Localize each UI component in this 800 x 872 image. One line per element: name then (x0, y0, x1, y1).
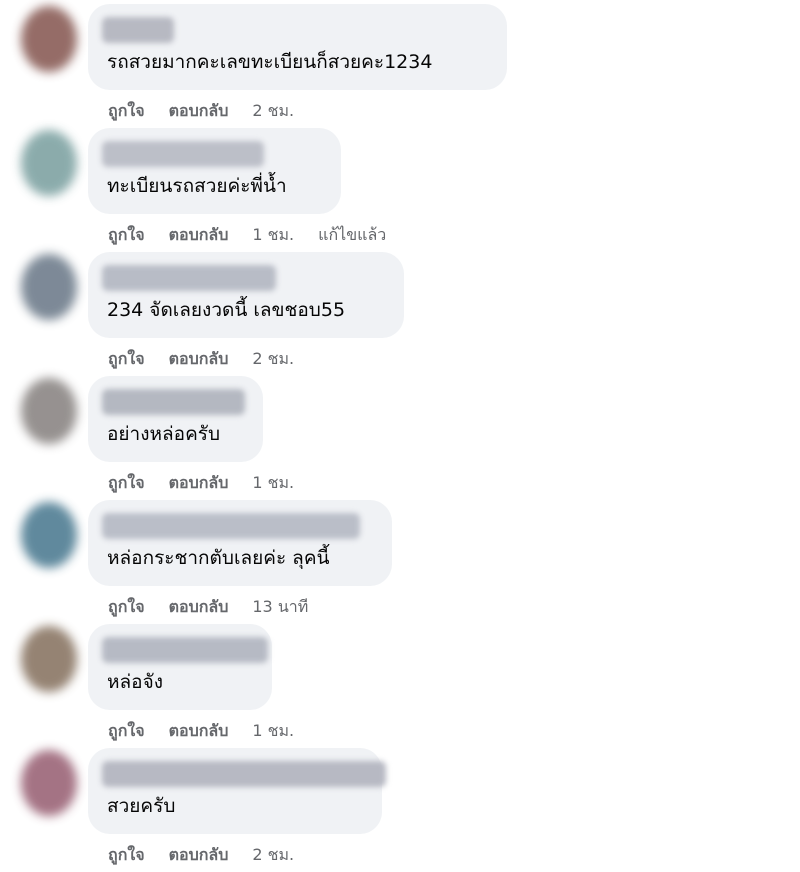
like-button[interactable]: ถูกใจ (108, 224, 145, 246)
comment-timestamp[interactable]: 1 ชม. (252, 472, 294, 494)
comment-timestamp[interactable]: 13 นาที (252, 596, 308, 618)
like-button[interactable]: ถูกใจ (108, 596, 145, 618)
comment-actions: ถูกใจ ตอบกลับ 1 ชม. (108, 720, 318, 742)
like-button[interactable]: ถูกใจ (108, 348, 145, 370)
comment-item: อย่างหล่อครับ ถูกใจ ตอบกลับ 1 ชม. (0, 376, 800, 500)
comment-item: ทะเบียนรถสวยค่ะพี่น้ำ ถูกใจ ตอบกลับ 1 ชม… (0, 128, 800, 252)
comment-text: สวยครับ (107, 795, 176, 817)
author-name-redacted[interactable] (102, 761, 386, 787)
comment-bubble: 234 จัดเลยงวดนี้ เลขชอบ55 (88, 252, 404, 338)
comment-timestamp[interactable]: 1 ชม. (252, 720, 294, 742)
comment-item: หล่อจัง ถูกใจ ตอบกลับ 1 ชม. (0, 624, 800, 748)
comment-actions: ถูกใจ ตอบกลับ 2 ชม. (108, 100, 318, 122)
reply-button[interactable]: ตอบกลับ (169, 472, 229, 494)
author-name-redacted[interactable] (102, 389, 245, 415)
avatar[interactable] (21, 254, 77, 320)
like-button[interactable]: ถูกใจ (108, 100, 145, 122)
author-name-redacted[interactable] (102, 637, 268, 663)
author-name-redacted[interactable] (102, 17, 174, 43)
reply-button[interactable]: ตอบกลับ (169, 844, 229, 866)
comment-text: หล่อจัง (107, 671, 163, 693)
comment-item: 234 จัดเลยงวดนี้ เลขชอบ55 ถูกใจ ตอบกลับ … (0, 252, 800, 376)
comment-bubble: ทะเบียนรถสวยค่ะพี่น้ำ (88, 128, 341, 214)
comment-timestamp[interactable]: 2 ชม. (252, 100, 294, 122)
avatar[interactable] (21, 750, 77, 816)
comment-actions: ถูกใจ ตอบกลับ 2 ชม. (108, 348, 318, 370)
avatar[interactable] (21, 626, 77, 692)
comment-timestamp[interactable]: 2 ชม. (252, 844, 294, 866)
comment-text: ทะเบียนรถสวยค่ะพี่น้ำ (107, 175, 287, 197)
author-name-redacted[interactable] (102, 513, 360, 539)
comment-timestamp[interactable]: 1 ชม. (252, 224, 294, 246)
comment-bubble: หล่อกระชากตับเลยค่ะ ลุคนี้ (88, 500, 392, 586)
comment-text: อย่างหล่อครับ (107, 423, 221, 445)
comment-text: รถสวยมากคะเลขทะเบียนก็สวยคะ1234 (107, 51, 433, 73)
reply-button[interactable]: ตอบกลับ (169, 596, 229, 618)
avatar[interactable] (21, 6, 77, 72)
avatar[interactable] (21, 378, 77, 444)
comment-actions: ถูกใจ ตอบกลับ 1 ชม. (108, 472, 318, 494)
comment-bubble: รถสวยมากคะเลขทะเบียนก็สวยคะ1234 (88, 4, 507, 90)
comment-timestamp[interactable]: 2 ชม. (252, 348, 294, 370)
like-button[interactable]: ถูกใจ (108, 844, 145, 866)
comment-bubble: อย่างหล่อครับ (88, 376, 263, 462)
comment-item: รถสวยมากคะเลขทะเบียนก็สวยคะ1234 ถูกใจ ตอ… (0, 4, 800, 128)
comment-actions: ถูกใจ ตอบกลับ 1 ชม. แก้ไขแล้ว (108, 224, 386, 246)
avatar[interactable] (21, 130, 77, 196)
reply-button[interactable]: ตอบกลับ (169, 100, 229, 122)
reply-button[interactable]: ตอบกลับ (169, 224, 229, 246)
avatar[interactable] (21, 502, 77, 568)
comment-actions: ถูกใจ ตอบกลับ 2 ชม. (108, 844, 318, 866)
comment-actions: ถูกใจ ตอบกลับ 13 นาที (108, 596, 332, 618)
author-name-redacted[interactable] (102, 265, 276, 291)
comment-text: 234 จัดเลยงวดนี้ เลขชอบ55 (107, 299, 346, 321)
like-button[interactable]: ถูกใจ (108, 720, 145, 742)
comment-item: หล่อกระชากตับเลยค่ะ ลุคนี้ ถูกใจ ตอบกลับ… (0, 500, 800, 624)
like-button[interactable]: ถูกใจ (108, 472, 145, 494)
edited-label[interactable]: แก้ไขแล้ว (318, 224, 386, 246)
comment-text: หล่อกระชากตับเลยค่ะ ลุคนี้ (107, 547, 330, 569)
reply-button[interactable]: ตอบกลับ (169, 348, 229, 370)
comment-item: สวยครับ ถูกใจ ตอบกลับ 2 ชม. (0, 748, 800, 872)
comment-bubble: หล่อจัง (88, 624, 272, 710)
comment-bubble: สวยครับ (88, 748, 386, 834)
author-name-redacted[interactable] (102, 141, 264, 167)
reply-button[interactable]: ตอบกลับ (169, 720, 229, 742)
